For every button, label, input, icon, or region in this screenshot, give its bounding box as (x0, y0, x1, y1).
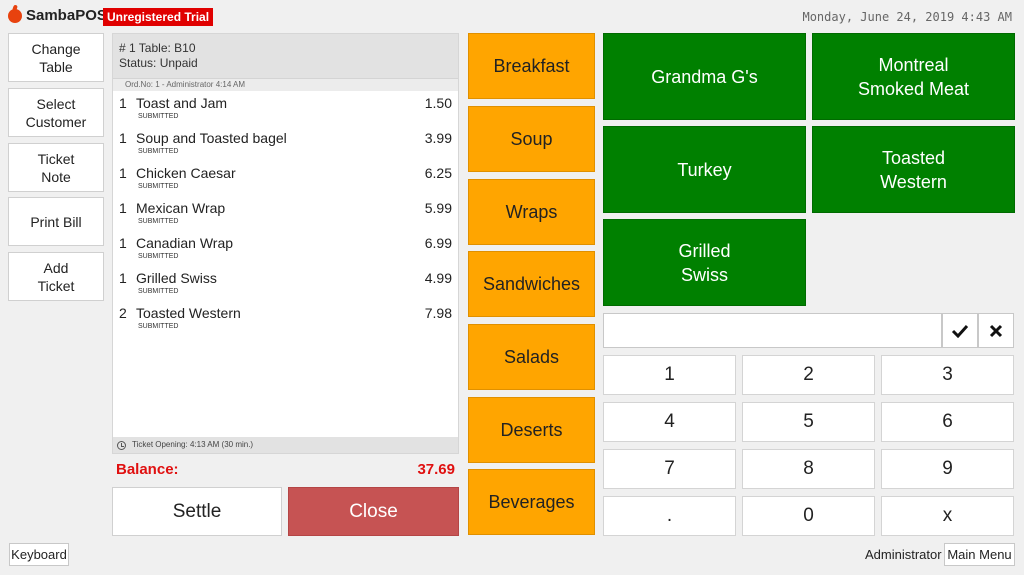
ticket-footer: Ticket Opening: 4:13 AM (30 min.) (113, 437, 458, 453)
select-customer-button[interactable]: Select Customer (8, 88, 104, 137)
numpad-ok-button[interactable] (942, 313, 978, 348)
menu-item-grandma-gs[interactable]: Grandma G's (603, 33, 806, 120)
ticket-header: # 1 Table: B10 Status: Unpaid (113, 34, 458, 78)
category-deserts[interactable]: Deserts (468, 397, 595, 463)
order-status: SUBMITTED (138, 148, 179, 155)
category-breakfast[interactable]: Breakfast (468, 33, 595, 99)
datetime-display: Monday, June 24, 2019 4:43 AM (802, 10, 1012, 24)
numpad-key-3[interactable]: 3 (881, 355, 1014, 395)
clock-icon (117, 440, 126, 450)
ticket-opening-time: Ticket Opening: 4:13 AM (30 min.) (132, 440, 254, 449)
menu-item-montreal-smoked-meat[interactable]: Montreal Smoked Meat (812, 33, 1015, 120)
order-qty: 1 (119, 130, 127, 146)
numpad-key-x[interactable]: x (881, 496, 1014, 536)
order-name: Chicken Caesar (136, 165, 236, 181)
order-name: Soup and Toasted bagel (136, 130, 287, 146)
numpad-key-8[interactable]: 8 (742, 449, 875, 489)
order-qty: 1 (119, 235, 127, 251)
order-line[interactable]: 2 Toasted Western 7.98 SUBMITTED (113, 301, 458, 336)
current-user: Administrator (865, 547, 942, 562)
numpad-key-dot[interactable]: . (603, 496, 736, 536)
order-qty: 2 (119, 305, 127, 321)
category-soup[interactable]: Soup (468, 106, 595, 172)
order-status: SUBMITTED (138, 253, 179, 260)
keyboard-button[interactable]: Keyboard (9, 543, 69, 566)
ticket-panel: # 1 Table: B10 Status: Unpaid Ord.No: 1 … (112, 33, 459, 454)
numpad-key-0[interactable]: 0 (742, 496, 875, 536)
settle-button[interactable]: Settle (112, 487, 282, 536)
check-icon (951, 324, 969, 338)
menu-item-toasted-western[interactable]: Toasted Western (812, 126, 1015, 213)
ticket-note-button[interactable]: Ticket Note (8, 143, 104, 192)
category-wraps[interactable]: Wraps (468, 179, 595, 245)
close-button[interactable]: Close (288, 487, 459, 536)
change-table-button[interactable]: Change Table (8, 33, 104, 82)
order-status: SUBMITTED (138, 113, 179, 120)
add-ticket-button[interactable]: Add Ticket (8, 252, 104, 301)
order-line[interactable]: 1 Soup and Toasted bagel 3.99 SUBMITTED (113, 126, 458, 161)
numpad-input[interactable] (603, 313, 942, 348)
order-status: SUBMITTED (138, 218, 179, 225)
order-qty: 1 (119, 95, 127, 111)
order-line[interactable]: 1 Canadian Wrap 6.99 SUBMITTED (113, 231, 458, 266)
order-price: 5.99 (424, 200, 452, 216)
category-salads[interactable]: Salads (468, 324, 595, 390)
category-sandwiches[interactable]: Sandwiches (468, 251, 595, 317)
numpad-key-5[interactable]: 5 (742, 402, 875, 442)
trial-badge: Unregistered Trial (103, 8, 214, 26)
order-status: SUBMITTED (138, 323, 179, 330)
order-price: 6.25 (424, 165, 452, 181)
print-bill-button[interactable]: Print Bill (8, 197, 104, 246)
balance-label: Balance: (116, 461, 179, 478)
numpad-key-6[interactable]: 6 (881, 402, 1014, 442)
order-price: 3.99 (424, 130, 452, 146)
app-name: SambaPOS (26, 7, 107, 24)
order-qty: 1 (119, 270, 127, 286)
numpad-key-4[interactable]: 4 (603, 402, 736, 442)
app-logo: SambaPOS (8, 7, 107, 24)
order-name: Mexican Wrap (136, 200, 226, 216)
order-status: SUBMITTED (138, 183, 179, 190)
top-bar: SambaPOS Unregistered Trial Monday, June… (0, 0, 1024, 33)
order-line[interactable]: 1 Mexican Wrap 5.99 SUBMITTED (113, 196, 458, 231)
order-price: 7.98 (424, 305, 452, 321)
numpad-key-1[interactable]: 1 (603, 355, 736, 395)
numpad-key-9[interactable]: 9 (881, 449, 1014, 489)
order-info: Ord.No: 1 - Administrator 4:14 AM (113, 78, 458, 91)
order-name: Toast and Jam (136, 95, 228, 111)
main-menu-button[interactable]: Main Menu (944, 543, 1015, 566)
numpad-key-2[interactable]: 2 (742, 355, 875, 395)
menu-item-grilled-swiss[interactable]: Grilled Swiss (603, 219, 806, 306)
numpad-key-7[interactable]: 7 (603, 449, 736, 489)
order-qty: 1 (119, 200, 127, 216)
order-line[interactable]: 1 Chicken Caesar 6.25 SUBMITTED (113, 161, 458, 196)
order-price: 4.99 (424, 270, 452, 286)
ticket-status: Status: Unpaid (119, 56, 198, 70)
order-name: Grilled Swiss (136, 270, 217, 286)
order-name: Toasted Western (136, 305, 241, 321)
close-icon (989, 324, 1003, 337)
numpad-clear-button[interactable] (978, 313, 1014, 348)
ticket-title: # 1 Table: B10 (119, 41, 196, 55)
balance-value: 37.69 (417, 461, 455, 478)
order-name: Canadian Wrap (136, 235, 234, 251)
menu-item-turkey[interactable]: Turkey (603, 126, 806, 213)
category-beverages[interactable]: Beverages (468, 469, 595, 535)
order-line[interactable]: 1 Grilled Swiss 4.99 SUBMITTED (113, 266, 458, 301)
samba-logo-icon (8, 8, 22, 23)
order-qty: 1 (119, 165, 127, 181)
order-line[interactable]: 1 Toast and Jam 1.50 SUBMITTED (113, 91, 458, 126)
order-price: 1.50 (424, 95, 452, 111)
order-lines: 1 Toast and Jam 1.50 SUBMITTED 1 Soup an… (113, 91, 458, 336)
order-status: SUBMITTED (138, 288, 179, 295)
order-price: 6.99 (424, 235, 452, 251)
